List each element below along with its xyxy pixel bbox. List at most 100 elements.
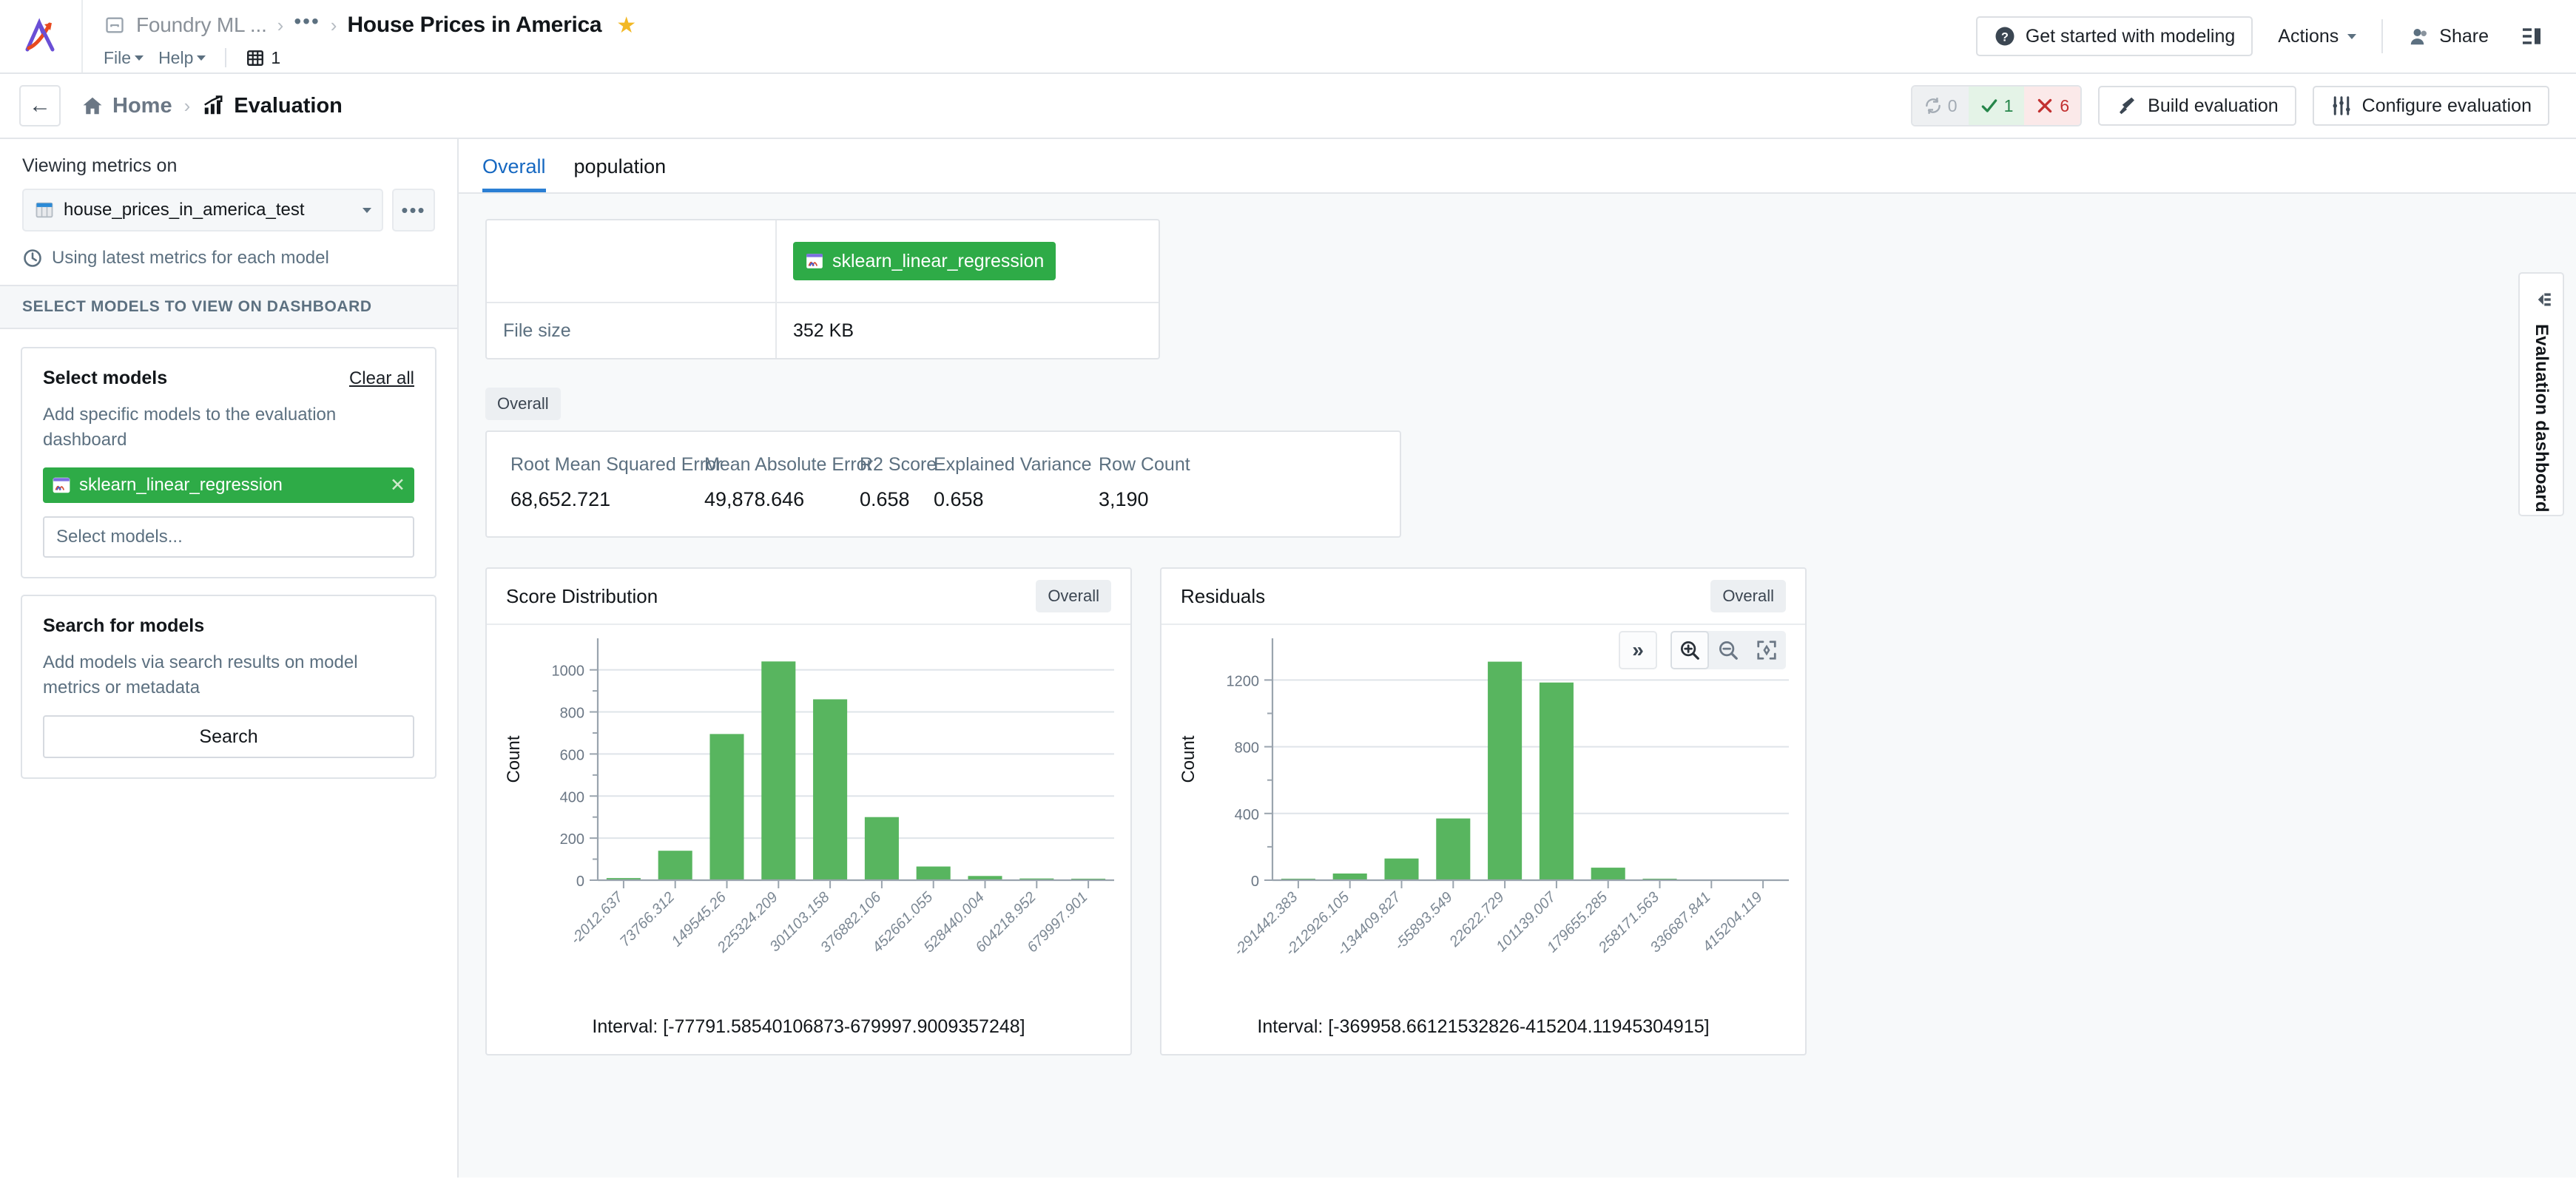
charts-row: Score Distribution Overall 0 200 400 600 800…: [485, 567, 2549, 1055]
evaluation-breadcrumb: Home › Evaluation: [81, 94, 343, 118]
tab-overall[interactable]: Overall: [482, 155, 546, 192]
table-row: sklearn_linear_regression: [487, 220, 1159, 302]
score-distribution-badge: Overall: [1036, 580, 1111, 612]
get-started-label: Get started with modeling: [2025, 25, 2236, 47]
viewing-metrics-label: Viewing metrics on: [22, 155, 178, 176]
dataset-icon: [36, 202, 53, 218]
search-models-header: Search for models: [43, 615, 414, 637]
score-distribution-plot[interactable]: 0 200 400 600 800 1000 -2012.637 73766.312 14954…: [487, 625, 1130, 1016]
breadcrumb-root[interactable]: Foundry ML ...: [136, 13, 267, 37]
status-failed[interactable]: 6: [2024, 87, 2081, 125]
zoom-in-icon: [1681, 641, 1699, 660]
select-models-title: Select models: [43, 368, 168, 388]
breadcrumb-home[interactable]: Home: [81, 94, 172, 118]
build-evaluation-button[interactable]: Build evaluation: [2098, 86, 2296, 126]
share-label: Share: [2439, 25, 2489, 47]
configure-evaluation-button[interactable]: Configure evaluation: [2312, 86, 2549, 126]
table-cell-value: 352 KB: [777, 303, 1159, 358]
sliders-icon: [2333, 96, 2350, 115]
breadcrumb-evaluation: Evaluation: [202, 94, 343, 118]
svg-text:0: 0: [1251, 874, 1259, 890]
clear-all-link[interactable]: Clear all: [349, 368, 414, 389]
score-distribution-header: Score Distribution Overall: [487, 569, 1130, 625]
breadcrumb-separator-2: ›: [330, 13, 337, 36]
back-button[interactable]: ←: [19, 85, 61, 126]
score-distribution-card: Score Distribution Overall 0 200 400 600 800…: [485, 567, 1132, 1055]
zoom-out-icon: [1719, 641, 1738, 660]
remove-model-icon[interactable]: ✕: [390, 474, 405, 496]
model-icon: [806, 254, 823, 268]
breadcrumb: Foundry ML ... › ••• › House Prices in A…: [104, 9, 636, 42]
search-models-title: Search for models: [43, 615, 205, 637]
menu-help[interactable]: Help: [158, 48, 206, 68]
panel-toggle-button[interactable]: [2514, 24, 2549, 48]
metric-rmse-value: 68,652.721: [510, 488, 611, 510]
tab-population[interactable]: population: [574, 155, 667, 192]
file-size-label: File size: [503, 320, 571, 341]
search-models-description: Add models via search results on model m…: [43, 652, 358, 698]
evaluation-dashboard-rail[interactable]: Evaluation dashboard: [2518, 272, 2564, 516]
topbar-actions: ? Get started with modeling Actions Shar…: [1975, 0, 2576, 72]
share-button[interactable]: Share: [2402, 25, 2495, 47]
breadcrumb-evaluation-label: Evaluation: [234, 93, 343, 118]
page-title: House Prices in America: [347, 13, 602, 38]
sidebar-top: Viewing metrics on house_prices_in_ameri…: [0, 139, 457, 285]
evaluation-dashboard-rail-label: Evaluation dashboard: [2532, 324, 2552, 513]
evaluation-chart-icon: [204, 95, 223, 115]
check-icon: [1981, 99, 1997, 112]
dataset-more-button[interactable]: •••: [392, 189, 435, 232]
status-stale[interactable]: 0: [1912, 87, 1969, 125]
chevron-down-icon: [135, 55, 144, 61]
breadcrumb-separator: ›: [277, 13, 284, 36]
pages-count-chip[interactable]: 1: [246, 48, 280, 68]
residuals-svg: 04008001200-291442.383-212926.105-134409…: [1179, 638, 1789, 959]
status-stale-count: 0: [1947, 95, 1958, 115]
tab-bar: Overall population: [459, 139, 2576, 194]
status-failed-count: 6: [2060, 95, 2070, 115]
menu-divider: [225, 48, 227, 68]
dataset-select[interactable]: house_prices_in_america_test: [22, 189, 383, 232]
svg-text:Count: Count: [504, 735, 524, 783]
fit-to-view-button[interactable]: [1747, 631, 1786, 669]
menu-file[interactable]: File: [104, 48, 144, 68]
zoom-out-button[interactable]: [1709, 631, 1747, 669]
status-success[interactable]: 1: [1968, 87, 2025, 125]
selected-model-name: sklearn_linear_regression: [79, 475, 283, 496]
select-models-card: Select models Clear all Add specific mod…: [21, 347, 436, 579]
person-icon: [2411, 29, 2427, 45]
search-button[interactable]: Search: [43, 715, 414, 759]
dashboard-canvas: sklearn_linear_regression File size 352 …: [459, 194, 2576, 1178]
residuals-plot[interactable]: 0 400 800 1200 -291442.383 -212926.105 -134409…: [1161, 625, 1805, 1016]
metric-explained-variance: Explained Variance 0.658: [934, 454, 1099, 511]
breadcrumb-ellipsis[interactable]: •••: [294, 11, 320, 33]
home-icon: [83, 97, 102, 115]
svg-text:73766.312: 73766.312: [617, 889, 678, 950]
app-logo[interactable]: [0, 0, 83, 72]
star-icon[interactable]: ★: [616, 13, 636, 38]
status-success-count: 1: [2003, 95, 2014, 115]
metric-r2-value: 0.658: [860, 488, 910, 510]
close-icon: [2038, 98, 2052, 113]
metric-row-count-label: Row Count: [1099, 454, 1190, 475]
sub-toolbar-actions: 0 1 6 Build evaluation Configure evaluat…: [1910, 85, 2549, 126]
build-hammer-icon: [2120, 97, 2135, 115]
model-chip[interactable]: sklearn_linear_regression: [793, 242, 1056, 280]
svg-text:1000: 1000: [552, 663, 585, 680]
metric-rmse: Root Mean Squared Error 68,652.721: [510, 454, 722, 511]
expand-chart-button[interactable]: »: [1619, 631, 1657, 669]
metrics-section: Overall Root Mean Squared Error 68,652.7…: [485, 388, 2549, 538]
breadcrumb-home-label: Home: [112, 93, 172, 118]
metric-explained-variance-label: Explained Variance: [934, 454, 1092, 475]
double-chevron-right-icon: »: [1632, 638, 1644, 661]
selected-model-chip[interactable]: sklearn_linear_regression ✕: [43, 467, 414, 504]
select-models-input[interactable]: Select models...: [43, 516, 414, 558]
menu-help-label: Help: [158, 47, 194, 67]
pages-count-label: 1: [271, 47, 281, 67]
svg-text:800: 800: [1235, 740, 1259, 757]
actions-button[interactable]: Actions: [2272, 26, 2362, 47]
main-content: Overall population sklearn_linear_regres…: [459, 139, 2576, 1178]
get-started-with-modeling-button[interactable]: ? Get started with modeling: [1975, 16, 2253, 56]
table-cell-model: sklearn_linear_regression: [777, 220, 1159, 302]
zoom-in-button[interactable]: [1670, 631, 1709, 669]
zoom-tool-group: [1670, 631, 1786, 669]
